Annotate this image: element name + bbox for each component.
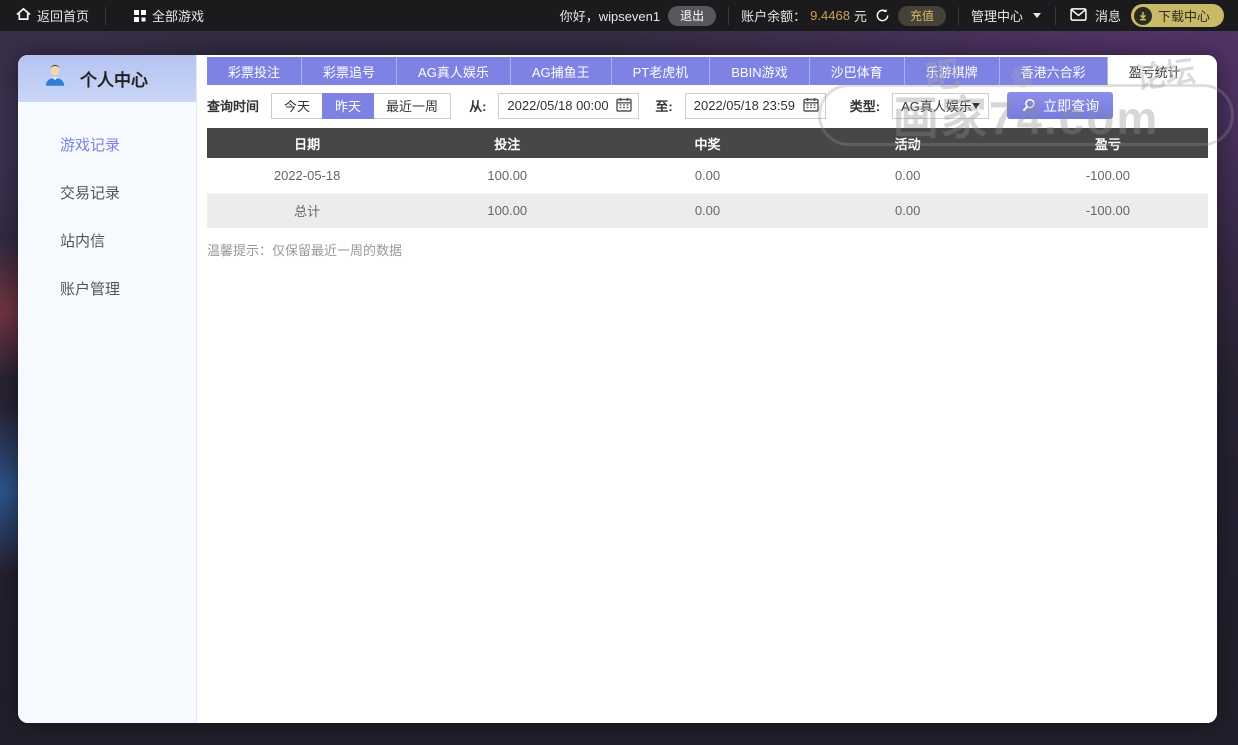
all-games-label: 全部游戏 — [152, 6, 204, 25]
table-total-row: 总计 100.00 0.00 0.00 -100.00 — [207, 193, 1208, 228]
balance-label: 账户余额： — [741, 6, 806, 25]
today-button[interactable]: 今天 — [271, 93, 323, 119]
navbar-divider — [1055, 7, 1056, 25]
query-now-label: 立即查询 — [1043, 96, 1099, 116]
cell-date: 2022-05-18 — [207, 158, 407, 193]
type-select-value: AG真人娱乐 — [901, 96, 972, 115]
col-bet: 投注 — [407, 128, 607, 158]
cell-profit-loss: -100.00 — [1008, 193, 1208, 228]
download-center-button[interactable]: 下载中心 — [1131, 4, 1224, 27]
filter-bar: 查询时间 今天 昨天 最近一周 从: 至: 类型: — [207, 92, 1208, 119]
navbar-divider — [958, 7, 959, 25]
envelope-icon — [1070, 8, 1087, 24]
admin-center-label: 管理中心 — [971, 6, 1023, 25]
page-title: 个人中心 — [80, 66, 148, 91]
tab-saba-sports[interactable]: 沙巴体育 — [810, 57, 905, 85]
cell-total-label: 总计 — [207, 193, 407, 228]
tab-ag-fishing[interactable]: AG捕鱼王 — [511, 57, 612, 85]
stats-table: 日期 投注 中奖 活动 盈亏 2022-05-18 100.00 0.00 0.… — [207, 128, 1208, 228]
recharge-button[interactable]: 充值 — [898, 6, 946, 26]
navbar-divider — [728, 7, 729, 25]
from-date-input[interactable] — [507, 98, 610, 113]
back-home-label: 返回首页 — [37, 6, 89, 25]
col-activity: 活动 — [808, 128, 1008, 158]
navbar-divider — [105, 7, 106, 25]
from-label: 从: — [469, 96, 486, 115]
col-win: 中奖 — [607, 128, 807, 158]
admin-center-menu[interactable]: 管理中心 — [971, 6, 1041, 25]
time-range-button-group: 今天 昨天 最近一周 — [271, 93, 451, 119]
from-date-box — [498, 93, 639, 119]
calendar-icon[interactable] — [616, 97, 632, 115]
greeting-text: 你好，wipseven1 — [560, 6, 660, 25]
top-navbar: 返回首页 全部游戏 你好，wipseven1 退出 账户余额： 9.4468 元… — [0, 0, 1238, 31]
chevron-down-icon — [972, 103, 980, 109]
cell-activity: 0.00 — [808, 158, 1008, 193]
table-header-row: 日期 投注 中奖 活动 盈亏 — [207, 128, 1208, 158]
col-profit-loss: 盈亏 — [1008, 128, 1208, 158]
cell-win: 0.00 — [607, 193, 807, 228]
tab-bbin-games[interactable]: BBIN游戏 — [710, 57, 809, 85]
grid-icon — [134, 10, 146, 22]
cell-bet: 100.00 — [407, 158, 607, 193]
sidebar-menu: 游戏记录 交易记录 站内信 账户管理 — [18, 102, 196, 326]
refresh-balance-icon[interactable] — [875, 8, 890, 23]
messages-link[interactable]: 消息 — [1070, 6, 1121, 25]
last-week-button[interactable]: 最近一周 — [373, 93, 451, 119]
download-center-label: 下载中心 — [1158, 6, 1210, 25]
chevron-down-icon — [1033, 13, 1041, 18]
type-label: 类型: — [850, 96, 880, 115]
tab-profit-loss-stats[interactable]: 盈亏统计 — [1108, 57, 1202, 85]
cell-win: 0.00 — [607, 158, 807, 193]
query-now-button[interactable]: 立即查询 — [1007, 92, 1113, 119]
back-home-link[interactable]: 返回首页 — [0, 0, 105, 31]
to-date-input[interactable] — [694, 98, 797, 113]
calendar-icon[interactable] — [803, 97, 819, 115]
sidebar-item-site-mail[interactable]: 站内信 — [18, 230, 196, 278]
content-area: 彩票投注 彩票追号 AG真人娱乐 AG捕鱼王 PT老虎机 BBIN游戏 沙巴体育… — [197, 55, 1217, 723]
sidebar-item-account-management[interactable]: 账户管理 — [18, 278, 196, 326]
sidebar-item-transaction-records[interactable]: 交易记录 — [18, 182, 196, 230]
to-date-box — [685, 93, 826, 119]
cell-activity: 0.00 — [808, 193, 1008, 228]
logout-button[interactable]: 退出 — [668, 6, 716, 26]
tab-bar: 彩票投注 彩票追号 AG真人娱乐 AG捕鱼王 PT老虎机 BBIN游戏 沙巴体育… — [207, 57, 1208, 85]
sidebar-item-game-records[interactable]: 游戏记录 — [18, 134, 196, 182]
cell-bet: 100.00 — [407, 193, 607, 228]
all-games-link[interactable]: 全部游戏 — [118, 0, 220, 31]
sidebar-header: 个人中心 — [18, 55, 196, 102]
messages-label: 消息 — [1095, 6, 1121, 25]
tab-ag-live[interactable]: AG真人娱乐 — [397, 57, 511, 85]
tab-hk-lottery[interactable]: 香港六合彩 — [1000, 57, 1108, 85]
balance-value: 9.4468 — [810, 8, 850, 23]
home-icon — [16, 7, 31, 24]
tab-leyou-chess[interactable]: 乐游棋牌 — [905, 57, 1000, 85]
retention-note: 温馨提示：仅保留最近一周的数据 — [207, 240, 1208, 259]
query-time-label: 查询时间 — [207, 96, 259, 115]
tab-lottery-bet[interactable]: 彩票投注 — [207, 57, 302, 85]
cell-profit-loss: -100.00 — [1008, 158, 1208, 193]
tab-lottery-chase[interactable]: 彩票追号 — [302, 57, 397, 85]
search-icon — [1021, 98, 1036, 113]
yesterday-button[interactable]: 昨天 — [322, 93, 374, 119]
download-icon — [1134, 7, 1152, 25]
balance-unit: 元 — [854, 6, 867, 25]
type-select[interactable]: AG真人娱乐 — [892, 93, 989, 119]
sidebar: 个人中心 游戏记录 交易记录 站内信 账户管理 — [18, 55, 197, 723]
main-card: 个人中心 游戏记录 交易记录 站内信 账户管理 彩票投注 彩票追号 AG真人娱乐… — [18, 55, 1217, 723]
col-date: 日期 — [207, 128, 407, 158]
table-row: 2022-05-18 100.00 0.00 0.00 -100.00 — [207, 158, 1208, 193]
avatar — [42, 63, 68, 94]
tab-pt-slots[interactable]: PT老虎机 — [612, 57, 711, 85]
to-label: 至: — [655, 96, 672, 115]
